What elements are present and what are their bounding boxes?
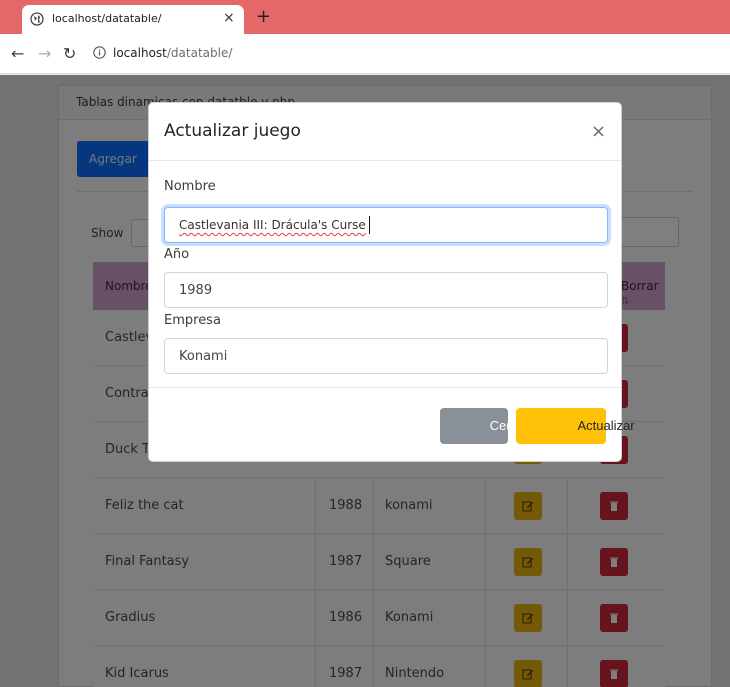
close-icon[interactable]: × xyxy=(591,121,606,142)
tab-bar: localhost/datatable/ × + xyxy=(0,0,730,34)
actualizar-button[interactable]: Actualizar xyxy=(516,408,635,444)
text-caret xyxy=(369,216,370,234)
empresa-label: Empresa xyxy=(164,313,221,328)
nombre-field-value: Castlevania III: Drácula's Curse xyxy=(179,218,366,232)
back-arrow-icon[interactable]: ← xyxy=(11,44,24,63)
nombre-label: Nombre xyxy=(164,179,216,194)
url-host: localhost xyxy=(113,46,167,60)
info-icon[interactable] xyxy=(93,46,106,59)
modal-title: Actualizar juego xyxy=(164,121,301,141)
url-path: /datatable/ xyxy=(166,46,233,60)
modal-footer: Cerrar Actualizar xyxy=(149,387,635,461)
tab-close-icon[interactable]: × xyxy=(223,10,235,26)
forward-arrow-icon[interactable]: → xyxy=(38,44,51,63)
actualizar-button-label: Actualizar xyxy=(577,418,635,433)
globe-icon xyxy=(30,12,44,26)
modal-header: Actualizar juego × xyxy=(149,103,621,161)
reload-icon[interactable]: ↻ xyxy=(63,44,76,63)
cerrar-button[interactable]: Cerrar xyxy=(440,408,526,444)
address-bar[interactable]: localhost/datatable/ xyxy=(113,46,232,60)
update-game-modal: Actualizar juego × Nombre Castlevania II… xyxy=(148,102,635,462)
tab-title: localhost/datatable/ xyxy=(52,12,162,25)
anio-field[interactable] xyxy=(164,272,608,308)
nombre-field[interactable]: Castlevania III: Drácula's Curse xyxy=(164,207,608,243)
empresa-field[interactable] xyxy=(164,338,608,374)
anio-label: Año xyxy=(164,247,190,262)
browser-tab[interactable]: localhost/datatable/ × xyxy=(22,5,244,34)
new-tab-button[interactable]: + xyxy=(256,6,271,27)
browser-toolbar: ← → ↻ localhost/datatable/ xyxy=(0,34,730,74)
